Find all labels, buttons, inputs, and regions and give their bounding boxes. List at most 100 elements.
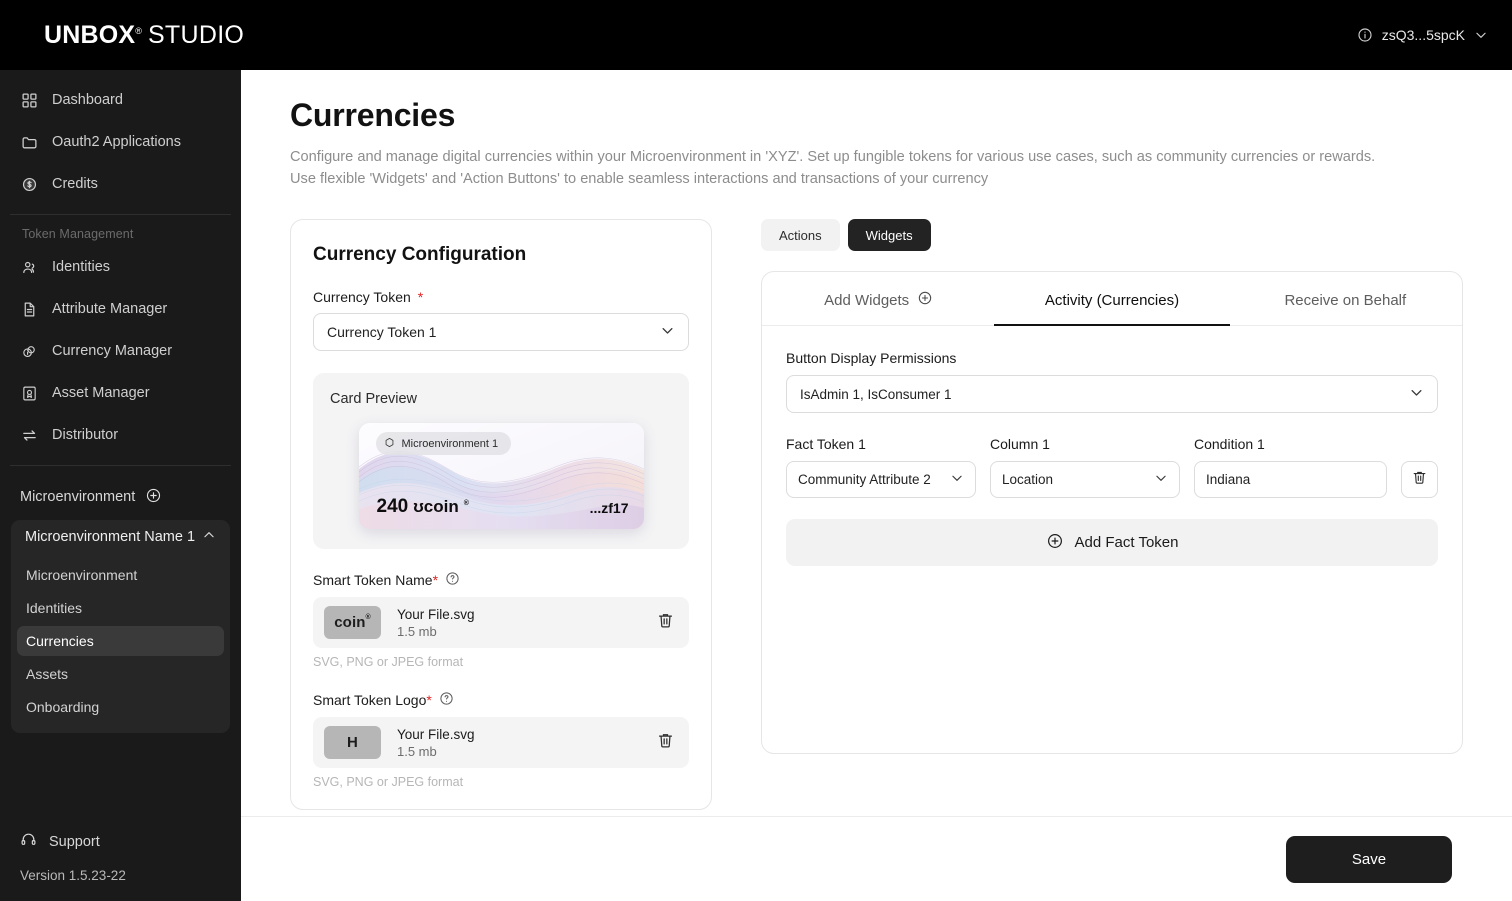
currency-token-label: Currency Token * bbox=[313, 289, 689, 305]
sidebar-footer: Support Version 1.5.23-22 bbox=[0, 831, 241, 901]
sidebar-item-label: Dashboard bbox=[52, 92, 123, 108]
microenvironment-group-toggle[interactable]: Microenvironment Name 1 bbox=[11, 520, 230, 554]
chevron-up-icon bbox=[202, 528, 216, 546]
column-select[interactable]: Location bbox=[990, 461, 1180, 498]
button-display-permissions-select[interactable]: IsAdmin 1, IsConsumer 1 bbox=[786, 375, 1438, 413]
sidebar-item-oauth2-applications[interactable]: Oauth2 Applications bbox=[0, 126, 241, 158]
smart-token-logo-thumbnail: H bbox=[324, 726, 381, 759]
sidebar-section-label: Token Management bbox=[22, 227, 134, 241]
transfer-icon bbox=[20, 426, 38, 444]
fact-token-select[interactable]: Community Attribute 2 bbox=[786, 461, 976, 498]
plus-circle-icon[interactable] bbox=[145, 487, 162, 508]
smart-token-name-label: Smart Token Name* bbox=[313, 571, 689, 589]
plus-circle-icon bbox=[917, 290, 933, 310]
currency-token-value: Currency Token 1 bbox=[327, 324, 437, 340]
smart-token-name-file-row: coin ® Your File.svg 1.5 mb bbox=[313, 597, 689, 648]
sidebar-item-onboarding[interactable]: Onboarding bbox=[17, 692, 224, 722]
sidebar-divider-2 bbox=[10, 465, 231, 466]
smart-token-logo-label-text: Smart Token Logo bbox=[313, 692, 427, 708]
help-circle-icon[interactable] bbox=[439, 691, 454, 709]
card-amount-value: 240 bbox=[376, 496, 409, 517]
file-size: 1.5 mb bbox=[397, 623, 437, 639]
sidebar-item-assets[interactable]: Assets bbox=[17, 659, 224, 689]
sidebar-item-asset-manager[interactable]: Asset Manager bbox=[0, 377, 241, 409]
logo-name: NBOX bbox=[62, 20, 136, 49]
required-marker: * bbox=[417, 289, 424, 305]
tab-widgets[interactable]: Widgets bbox=[847, 219, 931, 251]
file-size: 1.5 mb bbox=[397, 743, 437, 759]
sidebar-item-currency-manager[interactable]: Currency Manager bbox=[0, 335, 241, 367]
widgets-panel-body: Button Display Permissions IsAdmin 1, Is… bbox=[762, 326, 1462, 566]
sidebar-item-label: Asset Manager bbox=[52, 385, 150, 401]
account-label: zsQ3...5spcK bbox=[1381, 27, 1465, 43]
chevron-down-icon bbox=[1154, 471, 1168, 488]
support-link[interactable]: Support bbox=[20, 831, 241, 852]
currency-card-preview: Microenvironment 1 240 ʊcoin ® ...zf17 bbox=[358, 423, 644, 529]
save-button[interactable]: Save bbox=[1286, 835, 1452, 883]
logo-registered-mark: ® bbox=[135, 25, 142, 36]
page-title: Currencies bbox=[290, 97, 456, 133]
sidebar-item-microenvironment[interactable]: Microenvironment bbox=[17, 560, 224, 590]
sidebar-item-identities-sub[interactable]: Identities bbox=[17, 593, 224, 623]
logo-suffix: STUDIO bbox=[147, 20, 245, 49]
plus-circle-icon bbox=[1046, 532, 1064, 554]
tab-add-widgets-label: Add Widgets bbox=[824, 291, 910, 309]
chevron-down-icon bbox=[1409, 385, 1424, 403]
required-marker: * bbox=[432, 572, 439, 588]
document-icon bbox=[20, 300, 38, 318]
microenvironment-label: Microenvironment bbox=[20, 489, 136, 505]
column-field: Column 1 Location bbox=[990, 436, 1180, 498]
required-marker: * bbox=[426, 692, 432, 708]
card-amount-unit: ʊcoin bbox=[413, 497, 459, 516]
sidebar-item-dashboard[interactable]: Dashboard bbox=[0, 84, 241, 116]
sidebar-item-credits[interactable]: Credits bbox=[0, 168, 241, 200]
tab-add-widgets[interactable]: Add Widgets bbox=[762, 272, 995, 325]
top-bar: U NBOX ® STUDIO zsQ3...5spcK bbox=[0, 0, 1512, 70]
card-amount: 240 ʊcoin ® bbox=[377, 496, 469, 518]
add-fact-token-label: Add Fact Token bbox=[1074, 534, 1179, 551]
sidebar-item-identities[interactable]: Identities bbox=[0, 251, 241, 283]
help-circle-icon[interactable] bbox=[445, 571, 460, 589]
currency-token-select[interactable]: Currency Token 1 bbox=[313, 313, 689, 351]
card-environment-chip: Microenvironment 1 bbox=[375, 432, 512, 455]
tab-activity-currencies[interactable]: Activity (Currencies) bbox=[995, 272, 1228, 325]
support-label: Support bbox=[49, 833, 100, 850]
widgets-column: Actions Widgets Add Widgets Activity (Cu… bbox=[761, 219, 1463, 810]
tab-actions[interactable]: Actions bbox=[761, 219, 840, 251]
delete-fact-token-button[interactable] bbox=[1401, 461, 1438, 498]
coins-info-icon bbox=[20, 342, 38, 360]
sidebar-item-attribute-manager[interactable]: Attribute Manager bbox=[0, 293, 241, 325]
footer-bar: Save bbox=[241, 816, 1512, 901]
folder-icon bbox=[20, 133, 38, 151]
sidebar-primary-nav: Dashboard Oauth2 Applications Credits bbox=[0, 70, 241, 200]
button-display-permissions-value: IsAdmin 1, IsConsumer 1 bbox=[800, 386, 952, 402]
logo-mark: U bbox=[44, 20, 63, 49]
sidebar-token-nav: Identities Attribute Manager Currency Ma… bbox=[0, 251, 241, 451]
delete-smart-token-logo-icon[interactable] bbox=[656, 731, 675, 755]
tab-receive-on-behalf[interactable]: Receive on Behalf bbox=[1229, 272, 1462, 325]
file-name: Your File.svg bbox=[397, 726, 475, 742]
sidebar-item-label: Attribute Manager bbox=[52, 301, 168, 317]
smart-token-logo-file-row: H Your File.svg 1.5 mb bbox=[313, 717, 689, 768]
smart-token-name-file-meta: Your File.svg 1.5 mb bbox=[397, 606, 640, 640]
currency-configuration-card: Currency Configuration Currency Token * C… bbox=[290, 219, 712, 810]
sidebar: Dashboard Oauth2 Applications Credits To… bbox=[0, 70, 241, 901]
fact-token-label: Fact Token 1 bbox=[786, 436, 866, 452]
mode-pills: Actions Widgets bbox=[761, 219, 1463, 251]
sidebar-item-distributor[interactable]: Distributor bbox=[0, 419, 241, 451]
fact-token-field: Fact Token 1 Community Attribute 2 bbox=[786, 436, 976, 498]
condition-input[interactable]: Indiana bbox=[1194, 461, 1387, 498]
microenvironment-header: Microenvironment bbox=[0, 482, 241, 512]
currency-token-label-text: Currency Token bbox=[313, 289, 411, 305]
add-fact-token-button[interactable]: Add Fact Token bbox=[786, 519, 1438, 566]
smart-token-name-thumbnail: coin ® bbox=[324, 606, 381, 639]
fact-token-value: Community Attribute 2 bbox=[798, 472, 931, 487]
button-display-permissions-label: Button Display Permissions bbox=[786, 350, 957, 366]
delete-smart-token-name-icon[interactable] bbox=[656, 611, 675, 635]
card-unit-registered-mark: ® bbox=[463, 500, 469, 507]
sidebar-item-label: Currency Manager bbox=[52, 343, 173, 359]
account-menu[interactable]: zsQ3...5spcK bbox=[1357, 27, 1488, 43]
smart-token-name-hint: SVG, PNG or JPEG format bbox=[313, 655, 464, 669]
sidebar-item-currencies[interactable]: Currencies bbox=[17, 626, 224, 656]
condition-field: Condition 1 Indiana bbox=[1194, 436, 1387, 498]
